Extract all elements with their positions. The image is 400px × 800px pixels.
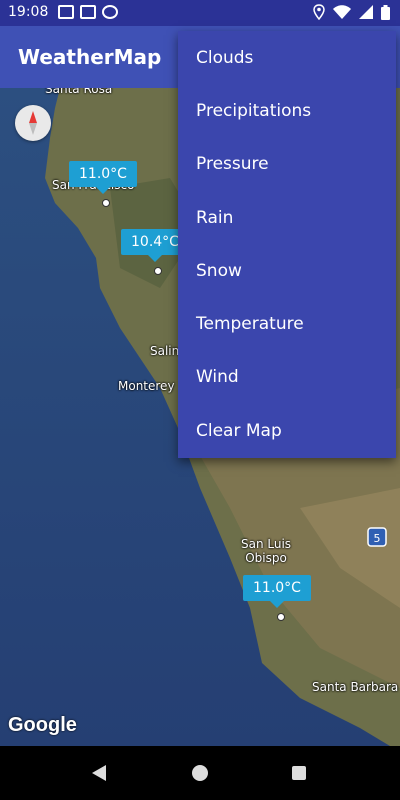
- menu-item-snow[interactable]: Snow: [178, 244, 396, 297]
- recent-apps-icon[interactable]: [292, 766, 306, 780]
- marker-dot: [102, 199, 110, 207]
- city-label: Santa Rosa: [45, 88, 113, 96]
- menu-item-precipitations[interactable]: Precipitations: [178, 84, 396, 137]
- city-label: San Luis Obispo: [240, 537, 292, 565]
- compass-button[interactable]: [15, 105, 51, 141]
- city-label: Santa Barbara: [312, 680, 399, 694]
- menu-item-temperature[interactable]: Temperature: [178, 297, 396, 350]
- app-notification-icon: [102, 5, 118, 19]
- overflow-menu: Clouds Precipitations Pressure Rain Snow…: [178, 31, 396, 458]
- status-time: 19:08: [8, 4, 49, 20]
- wifi-icon: [333, 5, 351, 19]
- marker-dot: [277, 613, 285, 621]
- calendar-icon: [80, 5, 96, 19]
- highway-shield-label: 5: [374, 532, 381, 545]
- compass-icon: [29, 111, 37, 135]
- city-label: Monterey: [118, 379, 175, 393]
- temperature-marker[interactable]: 11.0°C: [69, 161, 137, 194]
- menu-item-clear-map[interactable]: Clear Map: [178, 404, 396, 457]
- menu-item-wind[interactable]: Wind: [178, 351, 396, 404]
- temperature-marker[interactable]: 11.0°C: [243, 575, 311, 608]
- signal-icon: [359, 5, 373, 19]
- battery-icon: [381, 4, 390, 20]
- google-logo: Google: [8, 714, 77, 736]
- menu-item-rain[interactable]: Rain: [178, 191, 396, 244]
- gmail-icon: [58, 5, 74, 19]
- back-icon[interactable]: [92, 765, 106, 781]
- system-nav-bar: [0, 746, 400, 800]
- home-icon[interactable]: [192, 765, 208, 781]
- app-title: WeatherMap: [18, 45, 162, 69]
- menu-item-pressure[interactable]: Pressure: [178, 138, 396, 191]
- status-bar: 19:08: [0, 0, 400, 26]
- menu-item-clouds[interactable]: Clouds: [178, 31, 396, 84]
- location-icon: [313, 4, 325, 20]
- marker-dot: [154, 267, 162, 275]
